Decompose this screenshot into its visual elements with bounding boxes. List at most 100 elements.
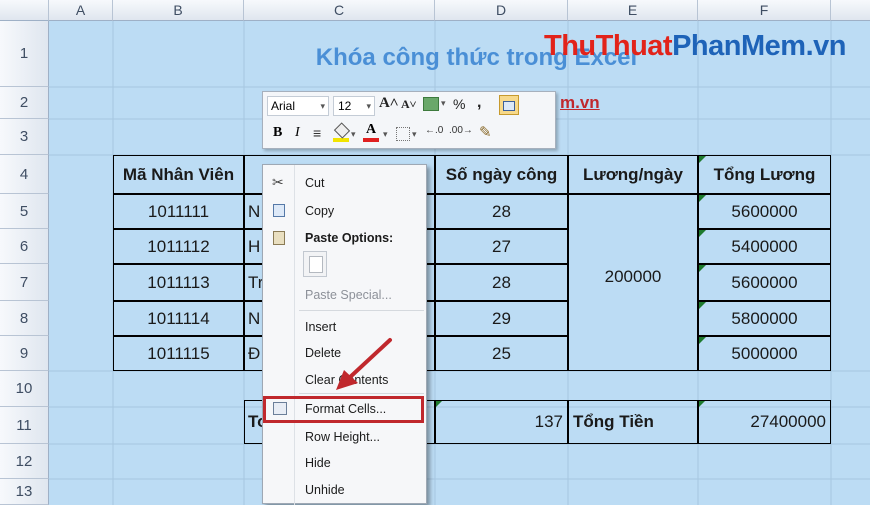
cell-tong-luong-3[interactable]: 5600000: [698, 264, 831, 301]
menu-item-format-cells-label: Format Cells...: [305, 402, 387, 416]
row-header-13[interactable]: 13: [0, 479, 49, 505]
menu-item-format-cells[interactable]: Format Cells...: [263, 396, 424, 423]
watermark-part3: .vn: [805, 30, 847, 62]
cell-tong-tien-value[interactable]: 27400000: [698, 400, 831, 444]
menu-item-paste-special[interactable]: Paste Special...: [263, 283, 428, 307]
bold-icon[interactable]: B: [273, 125, 282, 141]
row-header-11[interactable]: 11: [0, 407, 49, 444]
row-header-12[interactable]: 12: [0, 444, 49, 479]
format-cells-icon: [273, 402, 287, 415]
error-indicator-icon: [699, 265, 706, 272]
menu-item-row-height-label: Row Height...: [305, 430, 381, 444]
header-so-ngay-cong: Số ngày công: [435, 155, 568, 194]
column-header-d[interactable]: D: [435, 0, 568, 21]
menu-item-row-height[interactable]: Row Height...: [263, 425, 428, 449]
menu-item-paste-special-label: Paste Special...: [305, 288, 392, 302]
link-fragment[interactable]: m.vn: [560, 91, 600, 115]
menu-item-cut-label: Cut: [305, 176, 325, 190]
row-header-9[interactable]: 9: [0, 336, 49, 371]
font-color-icon[interactable]: A: [363, 122, 379, 142]
column-header-empty: [831, 0, 870, 21]
menu-item-paste-options-label: Paste Options:: [305, 231, 394, 245]
cell-tong-luong-2[interactable]: 5400000: [698, 229, 831, 264]
cell-total-days[interactable]: 137: [435, 400, 568, 444]
watermark-part2: PhanMem: [672, 30, 806, 62]
paste-button[interactable]: [303, 251, 327, 277]
cell-so-ngay-5[interactable]: 25: [435, 336, 568, 371]
cell-ma-4[interactable]: 1011114: [113, 301, 244, 336]
cell-tong-luong-1[interactable]: 5600000: [698, 194, 831, 229]
row-header-6[interactable]: 6: [0, 229, 49, 264]
scissors-icon: ✂: [272, 174, 284, 190]
chevron-down-icon: ▾: [383, 129, 388, 139]
clipboard-icon: [273, 231, 285, 245]
row-header-4[interactable]: 4: [0, 155, 49, 194]
align-center-icon[interactable]: ≡: [313, 125, 321, 141]
font-name-box[interactable]: Arial ▾: [267, 96, 329, 116]
chevron-down-icon: ▾: [320, 101, 325, 111]
column-header-c[interactable]: C: [244, 0, 435, 21]
chevron-down-icon: ▾: [412, 129, 417, 139]
comma-style-button[interactable]: ,: [477, 94, 481, 112]
error-indicator-icon: [699, 195, 706, 202]
chevron-down-icon: ▾: [441, 98, 446, 108]
borders-icon[interactable]: [396, 127, 410, 141]
grow-font-icon[interactable]: A˄: [379, 95, 398, 112]
font-name-value: Arial: [271, 99, 296, 113]
menu-item-cut[interactable]: ✂ Cut: [263, 171, 428, 195]
menu-item-insert-label: Insert: [305, 320, 337, 334]
increase-decimal-icon[interactable]: ←.0: [425, 125, 443, 136]
row-header-1[interactable]: 1: [0, 21, 49, 87]
percent-style-button[interactable]: %: [453, 96, 465, 112]
menu-item-unhide-label: Unhide: [305, 483, 345, 497]
row-header-7[interactable]: 7: [0, 264, 49, 301]
menu-item-unhide[interactable]: Unhide: [263, 478, 428, 502]
menu-item-copy-label: Copy: [305, 204, 335, 218]
cell-ma-5[interactable]: 1011115: [113, 336, 244, 371]
row-header-5[interactable]: 5: [0, 194, 49, 229]
error-indicator-icon: [699, 337, 706, 344]
context-menu: ✂ Cut Copy Paste Options: Paste Special.…: [262, 164, 428, 505]
font-size-box[interactable]: 12 ▾: [333, 96, 375, 116]
row-header-2[interactable]: 2: [0, 87, 49, 119]
cell-tong-tien-label[interactable]: Tổng Tiền: [568, 400, 698, 444]
mini-toolbar: Arial ▾ 12 ▾ A˄ A˅ ▾ % , B I ≡ ▾ A ▾ ▾ ←…: [262, 91, 556, 149]
column-header-b[interactable]: B: [113, 0, 244, 21]
cell-so-ngay-4[interactable]: 29: [435, 301, 568, 336]
cell-so-ngay-3[interactable]: 28: [435, 264, 568, 301]
format-painter-icon[interactable]: ✎: [479, 123, 492, 141]
italic-icon[interactable]: I: [295, 125, 300, 141]
chevron-down-icon: ▾: [366, 101, 371, 111]
merge-center-icon[interactable]: [499, 95, 519, 115]
annotation-arrow-icon: [336, 338, 392, 390]
chevron-down-icon: ▾: [351, 129, 356, 139]
select-all-corner[interactable]: [0, 0, 49, 21]
cell-ma-3[interactable]: 1011113: [113, 264, 244, 301]
menu-item-hide-label: Hide: [305, 456, 331, 470]
menu-item-copy[interactable]: Copy: [263, 199, 428, 223]
menu-item-hide[interactable]: Hide: [263, 451, 428, 475]
column-header-f[interactable]: F: [698, 0, 831, 21]
cell-ma-1[interactable]: 1011111: [113, 194, 244, 229]
cell-ma-2[interactable]: 1011112: [113, 229, 244, 264]
menu-item-paste-options: Paste Options:: [263, 227, 428, 249]
error-indicator-icon: [699, 302, 706, 309]
cell-tong-luong-5[interactable]: 5000000: [698, 336, 831, 371]
cell-so-ngay-1[interactable]: 28: [435, 194, 568, 229]
decrease-decimal-icon[interactable]: .00→: [449, 125, 473, 136]
column-header-a[interactable]: A: [49, 0, 113, 21]
cell-luong-ngay-merged[interactable]: 200000: [568, 194, 698, 371]
row-header-3[interactable]: 3: [0, 119, 49, 155]
column-header-e[interactable]: E: [568, 0, 698, 21]
watermark-part1: ThuThuat: [544, 30, 673, 62]
row-header-8[interactable]: 8: [0, 301, 49, 336]
cell-tong-luong-4[interactable]: 5800000: [698, 301, 831, 336]
fill-color-icon[interactable]: [333, 122, 351, 142]
header-luong-ngay: Lương/ngày: [568, 155, 698, 194]
shrink-font-icon[interactable]: A˅: [401, 97, 417, 112]
row-header-10[interactable]: 10: [0, 371, 49, 407]
paste-icon: [309, 256, 323, 273]
accounting-format-icon[interactable]: [423, 97, 439, 111]
cell-so-ngay-2[interactable]: 27: [435, 229, 568, 264]
menu-separator: [299, 310, 424, 311]
